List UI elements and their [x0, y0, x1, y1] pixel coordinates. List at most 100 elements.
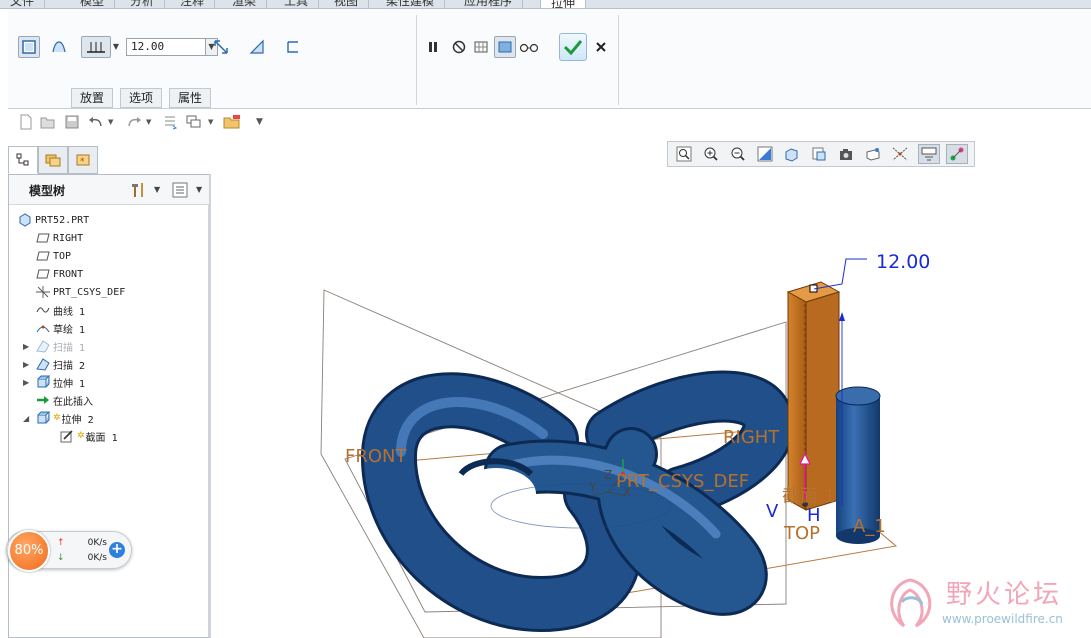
model-3d-view[interactable]: 12.00 V H Z Y X FRONT RIGHT TOP PRT_CSYS…: [211, 134, 1091, 638]
collapse-arrow-icon[interactable]: ◢: [23, 414, 35, 423]
tree-item[interactable]: ▶ 扫描 2: [23, 355, 85, 373]
tree-item-label: RIGHT: [53, 232, 84, 244]
close-window-button[interactable]: [222, 112, 242, 132]
expand-arrow-icon[interactable]: ▶: [23, 342, 35, 351]
view-manager-button[interactable]: [835, 144, 857, 164]
saved-orientations-button[interactable]: [808, 144, 830, 164]
tab-model-tree[interactable]: [8, 146, 38, 174]
flip-direction-button[interactable]: [210, 36, 232, 58]
tab-tools[interactable]: 工具: [274, 0, 320, 8]
extrude-solid-button[interactable]: [18, 36, 40, 58]
no-preview-button[interactable]: [448, 36, 470, 58]
tab-view[interactable]: 视图: [324, 0, 370, 8]
cpu-usage-badge[interactable]: 80%: [8, 530, 50, 572]
tree-item-label: 拉伸 2: [61, 414, 94, 426]
display-style-icon: [785, 148, 798, 162]
tree-item[interactable]: 曲线 1: [23, 301, 85, 319]
tree-item[interactable]: PRT_CSYS_DEF: [23, 283, 125, 301]
perspective-button[interactable]: [862, 144, 884, 164]
model-tree-icon: [16, 153, 29, 166]
tab-extrude[interactable]: 拉伸: [540, 0, 587, 8]
front-plane-label[interactable]: FRONT: [345, 446, 407, 467]
perspective-icon: [866, 148, 880, 161]
extrude-preview-body[interactable]: [786, 281, 841, 511]
zoom-in-button[interactable]: [700, 144, 722, 164]
tree-settings-dropdown[interactable]: ▼: [154, 185, 160, 194]
tab-render[interactable]: 渲染: [222, 0, 268, 8]
datum-display-button[interactable]: [889, 144, 911, 164]
tree-item[interactable]: ▶ 扫描 1: [23, 337, 85, 355]
windows-dropdown[interactable]: ▼: [208, 112, 216, 132]
expand-arrow-icon[interactable]: ▶: [23, 378, 35, 387]
section-label[interactable]: 截面 1: [782, 486, 835, 507]
depth-value-input[interactable]: 12.00: [126, 38, 206, 56]
pause-button[interactable]: [422, 36, 444, 58]
verify-mode-button[interactable]: [518, 36, 540, 58]
ribbon-separator: [416, 15, 417, 105]
network-speed-widget[interactable]: 80% ↑ 0K/s ↓ 0K/s +: [6, 530, 132, 572]
spin-center-button[interactable]: [946, 144, 968, 164]
csys-label[interactable]: PRT_CSYS_DEF: [616, 471, 749, 492]
new-file-icon: [20, 114, 32, 130]
open-file-button[interactable]: [38, 112, 58, 132]
expand-arrow-icon[interactable]: ▶: [23, 360, 35, 369]
depth-type-dropdown[interactable]: ▼: [111, 36, 121, 58]
sweep-knot-body[interactable]: [361, 370, 795, 633]
windows-button[interactable]: [184, 112, 204, 132]
tab-analysis[interactable]: 分析: [120, 0, 166, 8]
show-filter-dropdown[interactable]: ▼: [196, 185, 202, 194]
tree-item[interactable]: RIGHT: [23, 229, 83, 247]
subtab-options[interactable]: 选项: [120, 88, 163, 108]
confirm-feature-button[interactable]: [559, 33, 587, 61]
refit-button[interactable]: [673, 144, 695, 164]
tree-item[interactable]: PRT52.PRT: [17, 211, 89, 229]
subtab-properties[interactable]: 属性: [169, 88, 212, 108]
tab-applications[interactable]: 应用程序: [454, 0, 524, 8]
tree-settings-button[interactable]: [127, 179, 149, 201]
preview-mesh-button[interactable]: [470, 36, 492, 58]
display-style-button[interactable]: [781, 144, 803, 164]
customize-toolbar-dropdown[interactable]: ▼: [256, 112, 264, 132]
tab-model[interactable]: 模型: [70, 0, 116, 8]
new-file-button[interactable]: [16, 112, 36, 132]
tree-item[interactable]: TOP: [23, 247, 71, 265]
tree-item[interactable]: FRONT: [23, 265, 83, 283]
tree-item[interactable]: ▶ 拉伸 1: [23, 373, 85, 391]
subtab-placement[interactable]: 放置: [71, 88, 114, 108]
top-plane-label[interactable]: TOP: [783, 523, 820, 544]
tab-annotate[interactable]: 注释: [170, 0, 216, 8]
tree-item[interactable]: 草绘 1: [23, 319, 85, 337]
tab-file[interactable]: 文件: [0, 0, 46, 8]
remove-material-button[interactable]: [246, 36, 268, 58]
save-button[interactable]: [62, 112, 82, 132]
annotation-display-button[interactable]: [918, 144, 940, 164]
tree-item-label: 草绘 1: [53, 324, 86, 336]
axis-label[interactable]: A_1: [853, 516, 886, 537]
show-filter-button[interactable]: [169, 179, 191, 201]
repaint-button[interactable]: [754, 144, 776, 164]
depth-type-button[interactable]: [81, 36, 111, 58]
tree-item[interactable]: 在此插入: [23, 391, 93, 409]
part-icon: [17, 213, 33, 227]
extrude-surface-button[interactable]: [48, 36, 70, 58]
zoom-out-icon: [731, 147, 745, 161]
redo-button[interactable]: [124, 112, 144, 132]
undo-dropdown[interactable]: ▼: [108, 112, 116, 132]
windows-icon: [186, 115, 201, 128]
tab-favorites[interactable]: *: [68, 146, 98, 174]
new-feature-star-icon: ✲: [53, 413, 61, 423]
zoom-out-button[interactable]: [727, 144, 749, 164]
thicken-sketch-button[interactable]: [282, 36, 304, 58]
redo-dropdown[interactable]: ▼: [146, 112, 154, 132]
tree-item[interactable]: ◢ ✲ 拉伸 2: [23, 409, 94, 427]
undo-button[interactable]: [86, 112, 106, 132]
tab-flexible-modeling[interactable]: 柔性建模: [376, 0, 446, 8]
right-plane-label[interactable]: RIGHT: [723, 427, 780, 448]
tab-folder-browser[interactable]: [38, 146, 68, 174]
preview-solid-button[interactable]: [494, 36, 516, 58]
dimension-value-label[interactable]: 12.00: [876, 251, 930, 273]
cancel-feature-button[interactable]: [590, 36, 612, 58]
regenerate-button[interactable]: [160, 112, 180, 132]
tree-item[interactable]: ✲ 截面 1: [47, 427, 118, 445]
accelerate-plus-icon[interactable]: +: [109, 542, 125, 558]
